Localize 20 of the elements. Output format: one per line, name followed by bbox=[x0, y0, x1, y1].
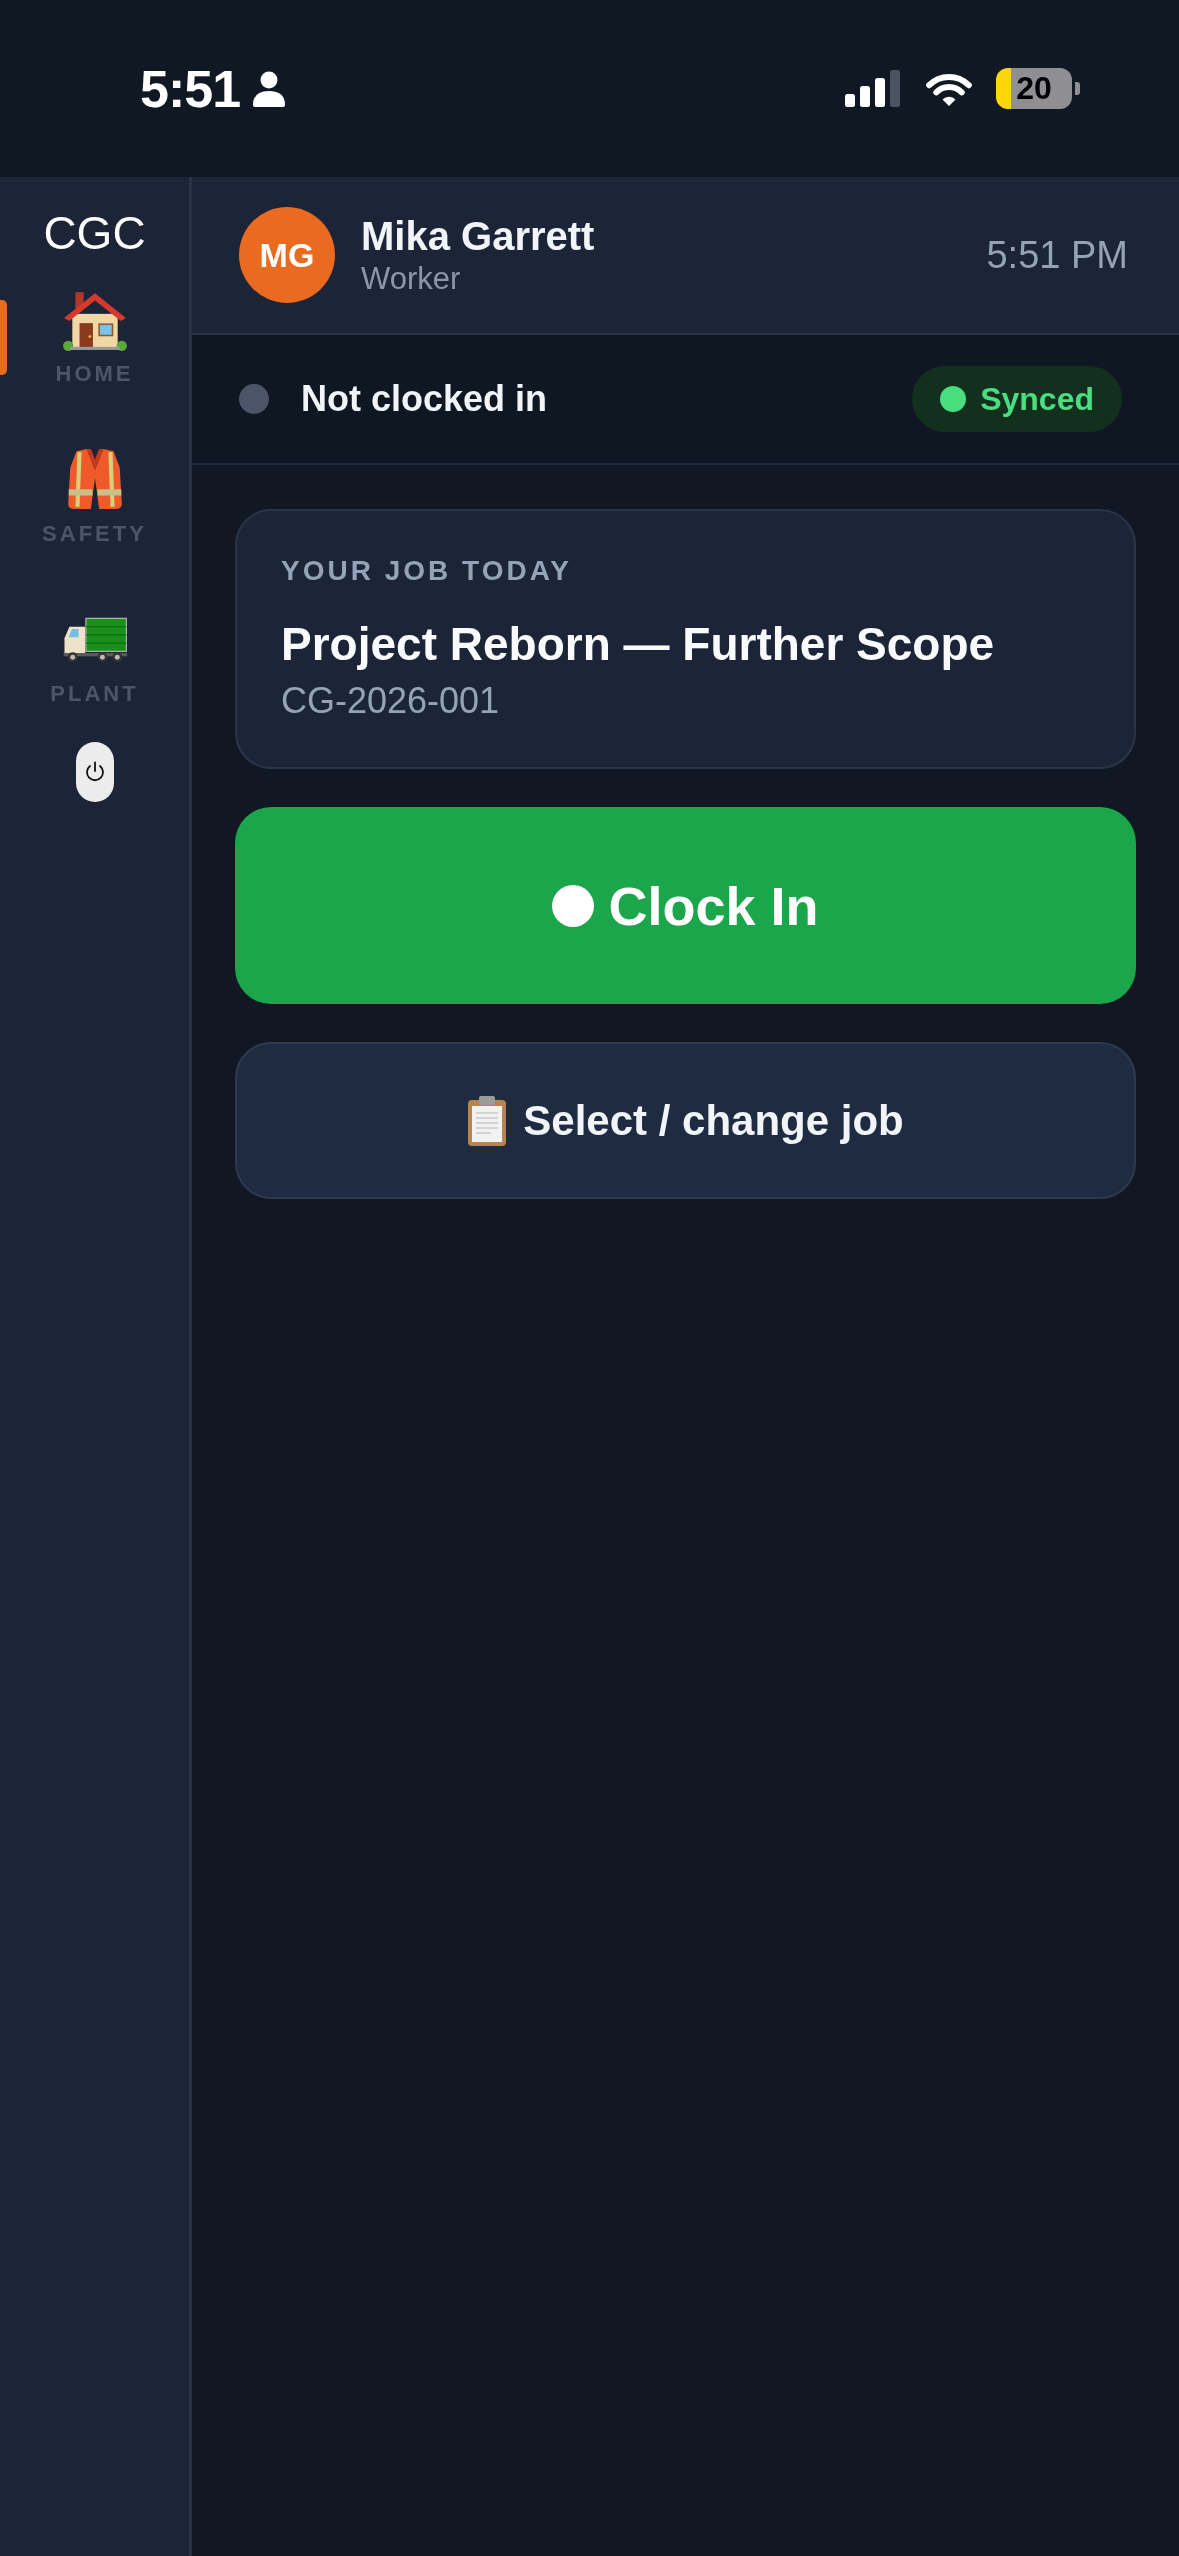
power-button[interactable] bbox=[75, 742, 114, 802]
dot-icon bbox=[552, 884, 595, 927]
clock-status-label: Not clocked in bbox=[301, 378, 548, 420]
person-icon bbox=[252, 70, 287, 107]
clipboard-icon bbox=[467, 1094, 508, 1147]
clock-in-button[interactable]: Clock In bbox=[235, 807, 1136, 1004]
user-name: Mika Garrett bbox=[361, 213, 595, 260]
header-time: 5:51 PM bbox=[986, 233, 1128, 277]
avatar: MG bbox=[239, 207, 335, 303]
app-logo: CGC bbox=[43, 206, 146, 261]
signal-icon bbox=[845, 70, 902, 107]
job-code: CG-2026-001 bbox=[281, 679, 501, 723]
job-card-heading: YOUR JOB TODAY bbox=[281, 554, 573, 588]
user-role: Worker bbox=[361, 260, 462, 298]
sync-dot-icon bbox=[940, 386, 967, 412]
status-time: 5:51 bbox=[140, 58, 241, 119]
job-title: Project Reborn — Further Scope bbox=[281, 617, 996, 672]
battery-indicator: 20 bbox=[996, 68, 1080, 109]
sync-label: Synced bbox=[980, 380, 1094, 418]
select-job-button[interactable]: Select / change job bbox=[235, 1042, 1136, 1199]
